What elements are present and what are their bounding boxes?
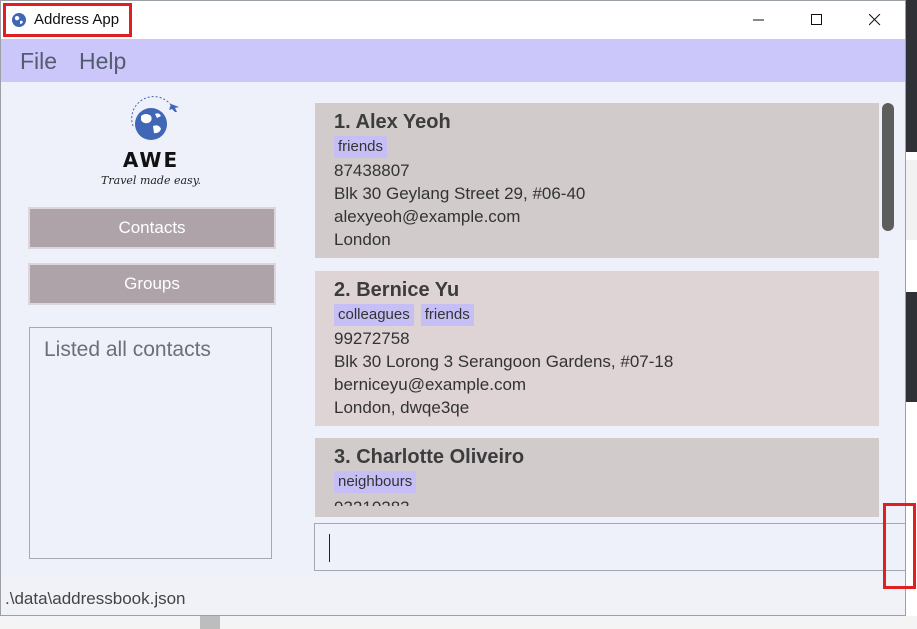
contact-card[interactable]: 3. Charlotte Oliveiro neighbours 9321028… bbox=[315, 438, 879, 517]
contact-name: 1. Alex Yeoh bbox=[334, 111, 451, 133]
contact-email: alexyeoh@example.com bbox=[334, 207, 521, 226]
contact-email: berniceyu@example.com bbox=[334, 375, 527, 394]
contact-tags: colleagues friends bbox=[334, 304, 474, 327]
menu-help[interactable]: Help bbox=[79, 48, 126, 75]
left-panel: AWE Travel made easy. Contacts Groups Li… bbox=[1, 82, 301, 577]
result-message: Listed all contacts bbox=[44, 338, 211, 361]
contact-tags: neighbours bbox=[334, 471, 417, 494]
tag-badge: friends bbox=[420, 304, 474, 326]
command-area bbox=[301, 517, 905, 577]
tag-badge: colleagues bbox=[334, 304, 414, 326]
text-cursor bbox=[329, 534, 330, 562]
contact-phone: 87438807 bbox=[334, 161, 410, 180]
tag-badge: neighbours bbox=[334, 471, 417, 493]
contacts-button[interactable]: Contacts bbox=[28, 207, 276, 249]
menu-file[interactable]: File bbox=[20, 48, 57, 75]
contact-card[interactable]: 1. Alex Yeoh friends 87438807 Blk 30 Gey… bbox=[315, 103, 879, 258]
contact-list[interactable]: 1. Alex Yeoh friends 87438807 Blk 30 Gey… bbox=[301, 82, 905, 517]
groups-button[interactable]: Groups bbox=[28, 263, 276, 305]
menu-bar: File Help bbox=[1, 39, 905, 82]
command-input[interactable] bbox=[314, 523, 905, 571]
highlight-box bbox=[883, 503, 916, 589]
background-window-bottom bbox=[0, 616, 917, 629]
title-bar[interactable]: Address App bbox=[1, 1, 905, 39]
contact-extra: London, dwqe3qe bbox=[334, 398, 470, 417]
address-app-window: Address App File Help AWE Travel made ea… bbox=[0, 0, 906, 616]
globe-airplane-icon bbox=[131, 96, 179, 140]
contact-address: Blk 30 Lorong 3 Serangoon Gardens, #07-1… bbox=[334, 352, 674, 371]
minimize-icon bbox=[753, 19, 764, 21]
result-display[interactable]: Listed all contacts bbox=[29, 327, 272, 559]
close-button[interactable] bbox=[847, 1, 905, 39]
contact-phone: 99272758 bbox=[334, 329, 410, 348]
maximize-button[interactable] bbox=[789, 1, 847, 39]
file-path: .\data\addressbook.json bbox=[5, 589, 186, 608]
contact-tags: friends bbox=[334, 136, 388, 159]
list-scrollbar[interactable] bbox=[882, 103, 894, 231]
contact-name: 2. Bernice Yu bbox=[334, 279, 460, 301]
contact-card[interactable]: 2. Bernice Yu colleagues friends 9927275… bbox=[315, 271, 879, 426]
contact-extra: London bbox=[334, 230, 391, 249]
status-bar: .\data\addressbook.json bbox=[1, 577, 905, 615]
title-highlight-box bbox=[3, 3, 132, 37]
tag-badge: friends bbox=[334, 136, 388, 158]
app-logo: AWE Travel made easy. bbox=[93, 96, 209, 192]
minimize-button[interactable] bbox=[731, 1, 789, 39]
logo-title: AWE bbox=[122, 148, 180, 172]
contact-phone: 93210283 bbox=[334, 498, 410, 506]
contact-address: Blk 30 Geylang Street 29, #06-40 bbox=[334, 184, 586, 203]
contact-name: 3. Charlotte Oliveiro bbox=[334, 446, 525, 468]
logo-tagline: Travel made easy. bbox=[101, 174, 201, 187]
maximize-icon bbox=[811, 14, 822, 25]
close-icon bbox=[869, 14, 881, 26]
